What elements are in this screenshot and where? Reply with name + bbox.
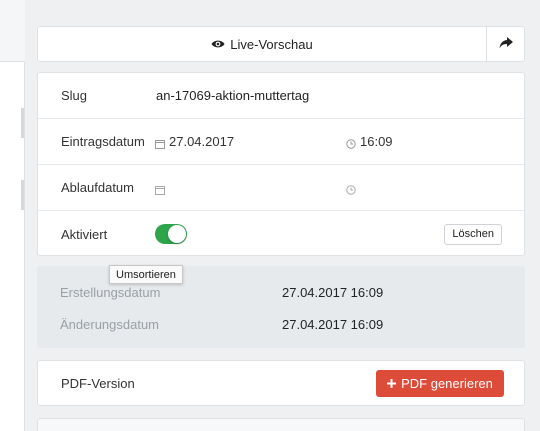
entry-date-value: 27.04.2017 xyxy=(169,134,235,149)
entry-time-field[interactable]: 16:09 xyxy=(346,134,393,149)
generate-pdf-button[interactable]: PDF generieren xyxy=(376,370,504,397)
calendar-icon xyxy=(155,137,165,149)
entry-date-row: Eintragsdatum 27.04.2017 16:09 xyxy=(38,119,524,165)
share-arrow-icon xyxy=(499,36,513,52)
left-panel-marker xyxy=(21,180,24,210)
activated-toggle[interactable] xyxy=(155,224,187,244)
left-panel-marker xyxy=(21,108,24,138)
eye-icon xyxy=(211,37,225,52)
clock-icon xyxy=(346,137,356,149)
next-card xyxy=(37,418,525,431)
expiry-date-label: Ablaufdatum xyxy=(61,180,134,195)
live-preview-label: Live-Vorschau xyxy=(230,36,313,52)
plus-icon xyxy=(387,376,397,391)
generate-pdf-label: PDF generieren xyxy=(401,376,493,391)
pdf-card: PDF-Version PDF generieren xyxy=(37,360,525,406)
delete-button[interactable]: Löschen xyxy=(444,223,502,245)
slug-row: Slug an-17069-aktion-muttertag xyxy=(38,73,524,119)
entry-fields-card: Slug an-17069-aktion-muttertag Eintragsd… xyxy=(37,72,525,256)
slug-label: Slug xyxy=(61,88,88,103)
preview-bar: Live-Vorschau xyxy=(37,26,525,62)
calendar-icon xyxy=(155,183,165,195)
reorder-tooltip: Umsortieren xyxy=(109,265,183,284)
slug-value[interactable]: an-17069-aktion-muttertag xyxy=(156,88,309,103)
entry-time-value: 16:09 xyxy=(360,134,393,149)
entry-date-label: Eintragsdatum xyxy=(61,134,145,149)
entry-date-field[interactable]: 27.04.2017 xyxy=(155,134,234,149)
left-panel xyxy=(0,0,25,431)
created-value: 27.04.2017 16:09 xyxy=(282,285,384,300)
activated-row: Aktiviert Löschen xyxy=(38,211,524,257)
expiry-time-field[interactable] xyxy=(346,183,360,195)
pdf-version-label: PDF-Version xyxy=(61,376,135,391)
expiry-date-row: Ablaufdatum xyxy=(38,165,524,211)
share-button[interactable] xyxy=(486,27,524,61)
created-label: Erstellungsdatum xyxy=(60,285,161,300)
toggle-knob xyxy=(168,225,186,243)
left-panel-header xyxy=(0,0,25,62)
live-preview-button[interactable]: Live-Vorschau xyxy=(38,27,486,61)
modified-value: 27.04.2017 16:09 xyxy=(282,317,384,332)
modified-label: Änderungsdatum xyxy=(60,317,160,332)
activated-label: Aktiviert xyxy=(61,226,108,242)
expiry-date-field[interactable] xyxy=(155,183,169,195)
clock-icon xyxy=(346,183,356,195)
